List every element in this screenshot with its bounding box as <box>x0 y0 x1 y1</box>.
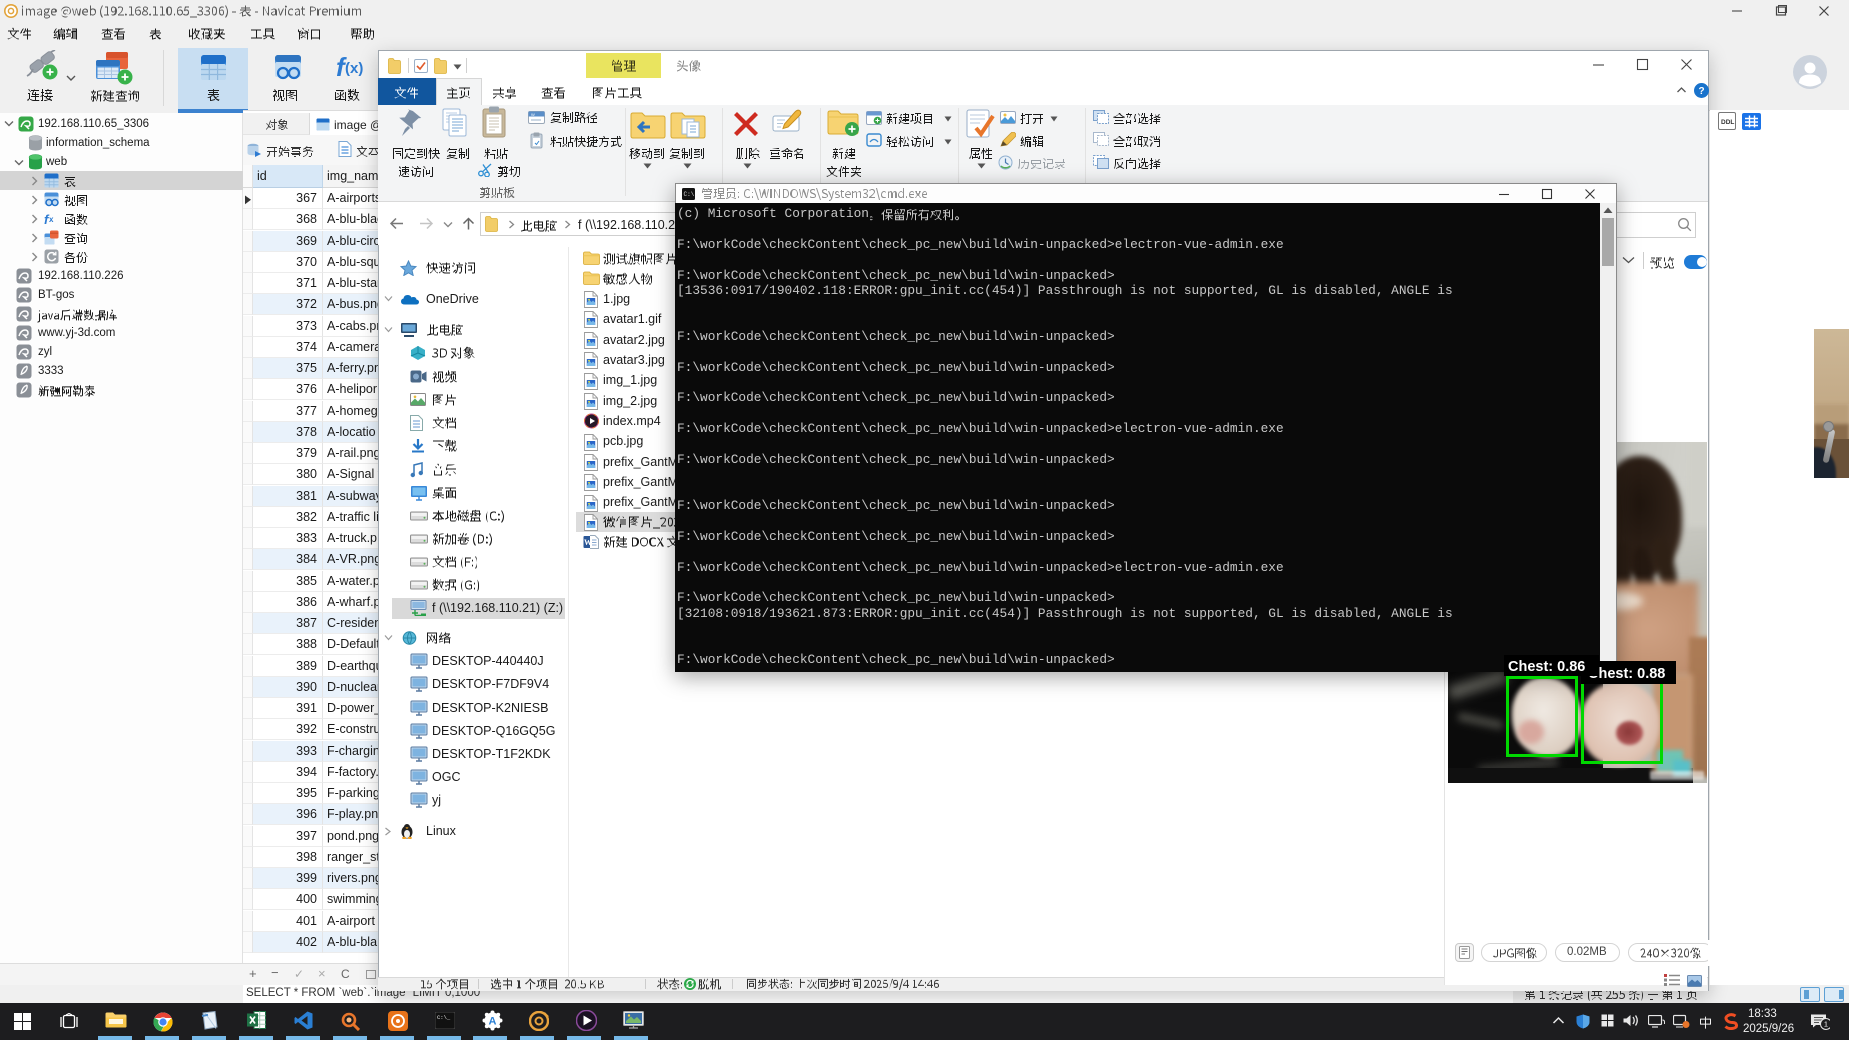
svg-text:C:\_: C:\_ <box>437 1014 451 1021</box>
svg-text:C:\: C:\ <box>684 191 695 198</box>
svg-text:W: W <box>531 112 535 117</box>
svg-text:?: ? <box>1698 86 1704 97</box>
svg-text:1: 1 <box>1824 1020 1828 1029</box>
svg-text:A: A <box>489 1016 497 1028</box>
